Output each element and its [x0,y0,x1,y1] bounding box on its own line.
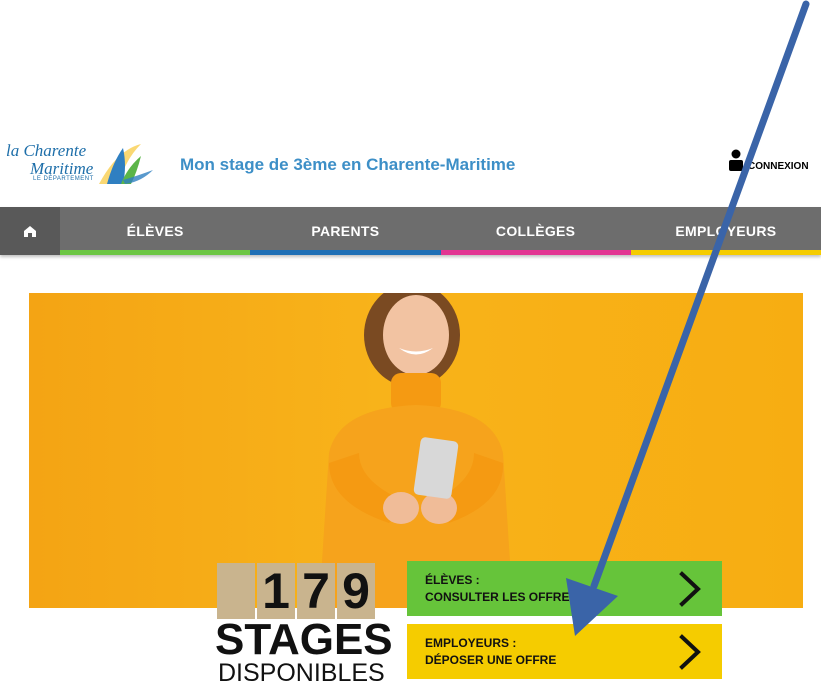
connexion-label: CONNEXION [748,161,809,172]
site-title[interactable]: Mon stage de 3ème en Charente-Maritime [180,155,515,175]
nav-item-label: PARENTS [311,223,380,239]
counter-digit [217,563,255,619]
logo-text-line1: la Charente [6,141,87,160]
counter-digit: 7 [297,563,335,619]
connexion-link[interactable]: CONNEXION [728,147,809,172]
nav-item-label: ÉLÈVES [126,223,184,239]
chevron-right-icon [679,570,701,607]
nav-item-employeurs[interactable]: EMPLOYEURS [630,207,821,255]
cta-subtitle: CONSULTER LES OFFRES [425,589,578,604]
bird-logo-icon [99,144,153,184]
cta-text: ÉLÈVES : CONSULTER LES OFFRES [425,572,577,606]
nav-item-label: EMPLOYEURS [675,223,777,239]
nav-item-colleges[interactable]: COLLÈGES [440,207,631,255]
logo-text-line3: LE DÉPARTEMENT [33,176,94,182]
user-icon [729,149,743,171]
cta-title: ÉLÈVES : [425,572,480,587]
main-nav: ÉLÈVES PARENTS COLLÈGES EMPLOYEURS [0,207,821,255]
nav-accent-bar [60,250,251,255]
stages-label: STAGES [215,615,393,664]
nav-item-eleves[interactable]: ÉLÈVES [60,207,251,255]
counter-digit: 1 [257,563,295,619]
nav-item-parents[interactable]: PARENTS [250,207,441,255]
logo-text-line2: Maritime [30,159,94,178]
eleves-consult-offers-button[interactable]: ÉLÈVES : CONSULTER LES OFFRES [407,561,722,616]
employeurs-post-offer-button[interactable]: EMPLOYEURS : DÉPOSER UNE OFFRE [407,624,722,679]
cta-text: EMPLOYEURS : DÉPOSER UNE OFFRE [425,635,556,669]
home-icon [24,226,36,237]
disponibles-label: DISPONIBLES [218,659,385,687]
nav-accent-bar [250,250,441,255]
chevron-right-icon [679,633,701,670]
nav-home-button[interactable] [0,207,60,255]
nav-item-label: COLLÈGES [495,223,576,239]
stage-counter: 1 7 9 [217,563,377,619]
nav-accent-bar [630,250,821,255]
counter-digit: 9 [337,563,375,619]
cta-title: EMPLOYEURS : [425,635,517,650]
nav-accent-bar [440,250,631,255]
cta-subtitle: DÉPOSER UNE OFFRE [425,652,557,667]
